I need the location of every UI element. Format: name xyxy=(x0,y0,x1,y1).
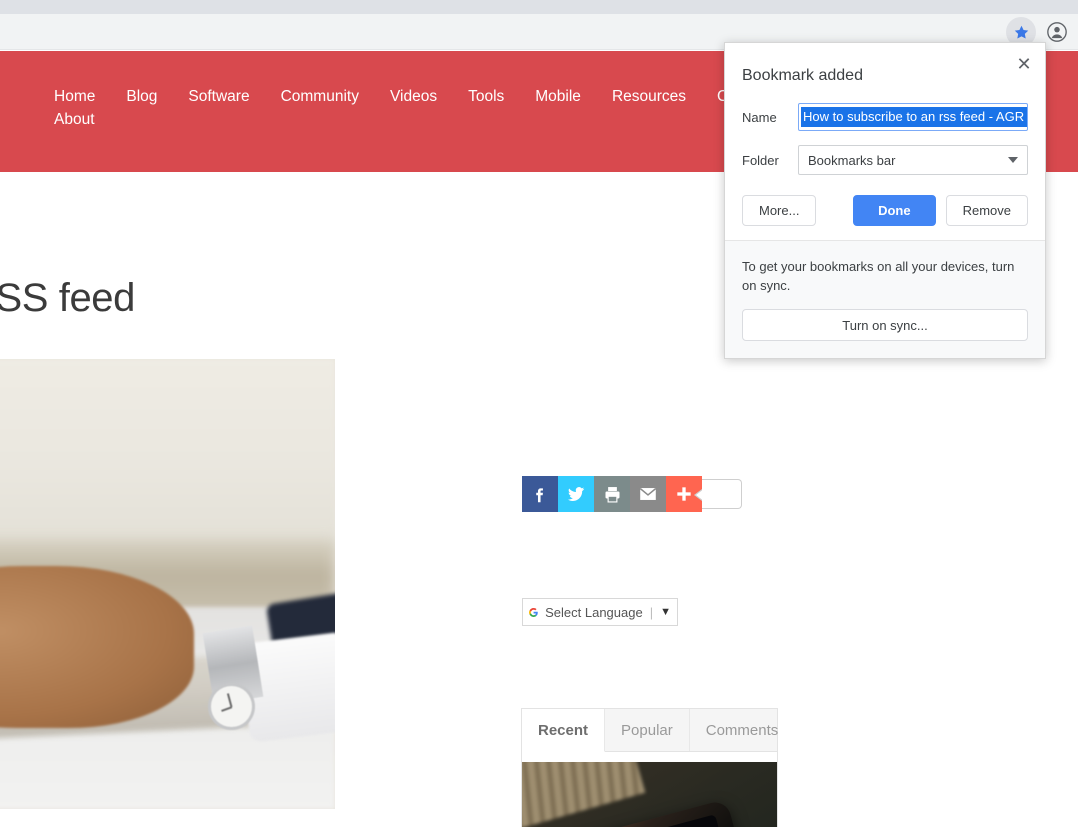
print-button[interactable] xyxy=(594,476,630,512)
google-translate-widget[interactable]: Select Language | ▼ xyxy=(522,598,678,626)
nav-item-about[interactable]: About xyxy=(54,108,95,131)
plus-icon xyxy=(677,487,691,501)
share-count-bubble[interactable] xyxy=(694,479,742,509)
profile-avatar-button[interactable] xyxy=(1042,17,1072,47)
translate-label: Select Language xyxy=(545,604,643,620)
tab-recent[interactable]: Recent xyxy=(522,709,606,752)
bookmark-folder-label: Folder xyxy=(742,152,779,168)
nav-item-mobile[interactable]: Mobile xyxy=(535,85,581,108)
twitter-share-button[interactable] xyxy=(558,476,594,512)
post-thumbnail[interactable] xyxy=(522,762,777,827)
bookmark-folder-select[interactable]: Bookmarks bar xyxy=(798,145,1028,175)
envelope-icon xyxy=(639,487,657,500)
hero-watch-hand-minute xyxy=(227,692,233,707)
tab-popular[interactable]: Popular xyxy=(605,709,690,751)
chevron-down-icon[interactable]: ▼ xyxy=(660,606,671,618)
chevron-down-icon xyxy=(1008,157,1018,163)
facebook-share-button[interactable] xyxy=(522,476,558,512)
bookmark-name-field-row: Name How to subscribe to an rss feed - A… xyxy=(742,103,1028,131)
tabs-header: Recent Popular Comments xyxy=(522,709,778,752)
article-column: o an RSS feed xyxy=(0,172,335,322)
twitter-bird-icon xyxy=(567,487,585,501)
bookmark-added-dialog: ✕ Bookmark added Name How to subscribe t… xyxy=(724,42,1046,359)
bookmark-name-input[interactable]: How to subscribe to an rss feed - AGR Te… xyxy=(798,103,1028,131)
translate-separator: | xyxy=(649,604,654,620)
nav-item-software[interactable]: Software xyxy=(188,85,249,108)
bookmark-folder-field-row: Folder Bookmarks bar xyxy=(742,145,1028,175)
email-share-button[interactable] xyxy=(630,476,666,512)
google-g-icon xyxy=(529,607,538,617)
browser-window: Home Blog Software Community Videos Tool… xyxy=(0,0,1078,827)
more-button[interactable]: More... xyxy=(742,195,817,226)
nav-item-tools[interactable]: Tools xyxy=(468,85,504,108)
sidebar-tabs-widget: Recent Popular Comments xyxy=(521,708,778,827)
hero-background-upper xyxy=(0,359,335,553)
done-button[interactable]: Done xyxy=(853,195,936,226)
browser-tab-strip xyxy=(0,0,1078,14)
bookmark-dialog-body: ✕ Bookmark added Name How to subscribe t… xyxy=(725,43,1045,240)
star-icon xyxy=(1014,25,1028,39)
sync-promo-section: To get your bookmarks on all your device… xyxy=(725,240,1045,358)
article-hero-image xyxy=(0,359,335,809)
nav-item-videos[interactable]: Videos xyxy=(390,85,437,108)
bookmark-dialog-buttons: More... Done Remove xyxy=(742,195,1028,226)
bookmark-name-value: How to subscribe to an rss feed - AGR Te… xyxy=(801,107,1027,127)
remove-button[interactable]: Remove xyxy=(945,195,1028,226)
hero-watch-hand-hour xyxy=(221,705,233,711)
printer-icon xyxy=(605,486,619,503)
turn-on-sync-button[interactable]: Turn on sync... xyxy=(742,309,1028,341)
bookmark-name-label: Name xyxy=(742,109,777,125)
nav-item-home[interactable]: Home xyxy=(54,85,95,108)
nav-item-blog[interactable]: Blog xyxy=(126,85,157,108)
tab-panel-recent: Advantages of rooting Android xyxy=(522,752,777,827)
social-share-row xyxy=(522,476,742,512)
nav-item-resources[interactable]: Resources xyxy=(612,85,686,108)
tab-comments[interactable]: Comments xyxy=(690,709,795,751)
facebook-icon xyxy=(536,488,543,503)
bookmark-folder-value: Bookmarks bar xyxy=(808,152,896,168)
bookmark-dialog-title: Bookmark added xyxy=(742,67,863,84)
nav-item-community[interactable]: Community xyxy=(281,85,359,108)
article-title: o an RSS feed xyxy=(0,276,135,320)
profile-avatar-icon xyxy=(1047,22,1067,42)
sync-promo-text: To get your bookmarks on all your device… xyxy=(742,259,1015,293)
close-icon[interactable]: ✕ xyxy=(1011,51,1037,77)
